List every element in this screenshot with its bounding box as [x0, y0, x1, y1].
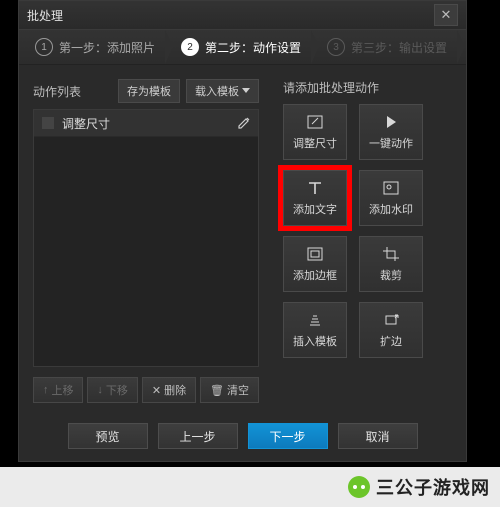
- x-icon: ✕: [152, 384, 161, 397]
- action-list-label: 动作列表: [33, 83, 112, 100]
- titlebar: 批处理 ✕: [19, 1, 466, 30]
- close-icon: ✕: [441, 7, 452, 23]
- site-watermark-text: 三公子游戏网: [376, 474, 490, 500]
- step-bar: 1 第一步：添加照片 2 第二步：动作设置 3 第三步：输出设置: [19, 30, 466, 65]
- step-2-badge: 2: [181, 38, 199, 56]
- next-step-button[interactable]: 下一步: [248, 423, 328, 449]
- action-list-toolbar: ↑ 上移 ↓ 下移 ✕ 删除 🗑 清空: [33, 377, 259, 403]
- tile-extend[interactable]: 扩边: [359, 302, 423, 358]
- step-3-label: 第三步：输出设置: [351, 39, 447, 56]
- checkbox[interactable]: [42, 117, 54, 129]
- site-watermark: 三公子游戏网: [0, 467, 500, 507]
- crop-icon: [383, 245, 399, 263]
- window-title: 批处理: [27, 7, 63, 24]
- tile-resize[interactable]: 调整尺寸: [283, 104, 347, 160]
- play-icon: [384, 113, 398, 131]
- tile-insert-template[interactable]: 插入模板: [283, 302, 347, 358]
- clear-button[interactable]: 🗑 清空: [200, 377, 259, 403]
- action-item-label: 调整尺寸: [62, 115, 238, 132]
- save-template-button[interactable]: 存为模板: [118, 79, 180, 103]
- dialog-footer: 预览 上一步 下一步 取消: [19, 423, 466, 449]
- trash-icon: 🗑: [210, 384, 224, 397]
- move-up-button[interactable]: ↑ 上移: [33, 377, 83, 403]
- arrow-down-icon: ↓: [97, 384, 103, 396]
- delete-button[interactable]: ✕ 删除: [142, 377, 196, 403]
- extend-icon: [383, 311, 399, 329]
- step-1-badge: 1: [35, 38, 53, 56]
- step-3: 3 第三步：输出设置: [311, 30, 457, 64]
- text-icon: [307, 179, 323, 197]
- step-1[interactable]: 1 第一步：添加照片: [19, 30, 165, 64]
- step-1-label: 第一步：添加照片: [59, 39, 155, 56]
- tile-auto-action[interactable]: 一键动作: [359, 104, 423, 160]
- site-logo-icon: [348, 476, 370, 498]
- chevron-down-icon: [242, 88, 250, 94]
- resize-icon: [307, 113, 323, 131]
- preview-button[interactable]: 预览: [68, 423, 148, 449]
- step-2[interactable]: 2 第二步：动作设置: [165, 30, 311, 64]
- tile-crop[interactable]: 裁剪: [359, 236, 423, 292]
- step-2-label: 第二步：动作设置: [205, 39, 301, 56]
- tile-add-text[interactable]: 添加文字: [283, 170, 347, 226]
- move-down-button[interactable]: ↓ 下移: [87, 377, 137, 403]
- cancel-button[interactable]: 取消: [338, 423, 418, 449]
- watermark-icon: [383, 179, 399, 197]
- step-3-badge: 3: [327, 38, 345, 56]
- prev-step-button[interactable]: 上一步: [158, 423, 238, 449]
- border-icon: [307, 245, 323, 263]
- arrow-up-icon: ↑: [43, 384, 49, 396]
- template-icon: [307, 311, 323, 329]
- batch-dialog: 批处理 ✕ 1 第一步：添加照片 2 第二步：动作设置 3 第三步：输出设置 动…: [18, 0, 467, 462]
- action-list-item[interactable]: 调整尺寸: [34, 110, 258, 137]
- load-template-button[interactable]: 载入模板: [186, 79, 259, 103]
- right-panel: 请添加批处理动作 调整尺寸 一键动作 添加文字 添加水印: [259, 79, 452, 403]
- tile-add-border[interactable]: 添加边框: [283, 236, 347, 292]
- action-list: 调整尺寸: [33, 109, 259, 367]
- tile-add-watermark[interactable]: 添加水印: [359, 170, 423, 226]
- right-panel-label: 请添加批处理动作: [283, 79, 452, 96]
- close-button[interactable]: ✕: [434, 4, 458, 26]
- left-panel: 动作列表 存为模板 载入模板 调整尺寸: [33, 79, 259, 403]
- edit-icon[interactable]: [238, 117, 250, 129]
